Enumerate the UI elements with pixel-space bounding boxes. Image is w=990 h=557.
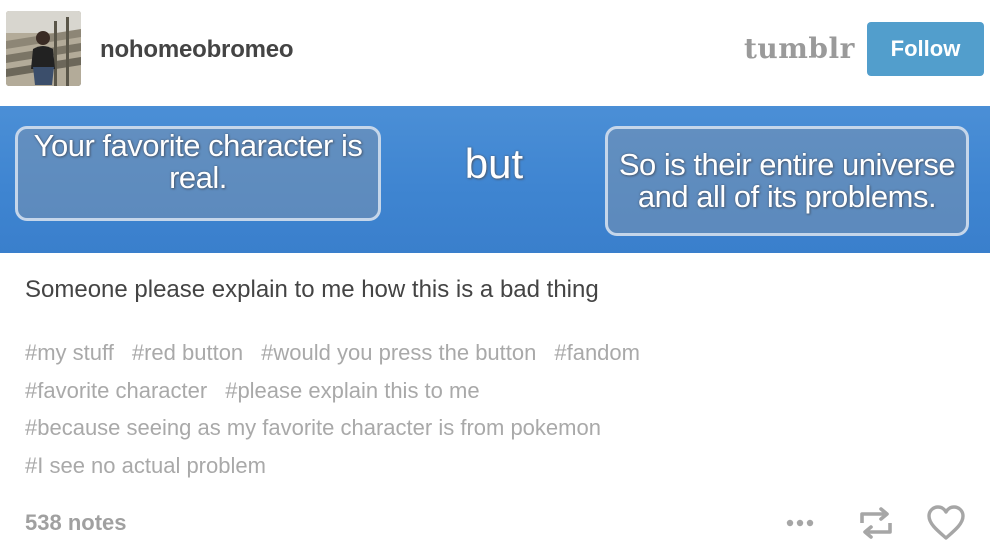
meme-left-text: Your favorite character is real. (33, 127, 363, 195)
post-tags: #my stuff #red button #would you press the… (25, 334, 965, 484)
tag[interactable]: #I see no actual problem (25, 453, 266, 478)
meme-middle-text: but (464, 140, 524, 187)
tag[interactable]: #please explain this to me (225, 378, 479, 403)
meme-left-button: Your favorite character is real. (15, 126, 381, 221)
heart-icon[interactable] (926, 503, 966, 543)
tag[interactable]: #red button (132, 340, 243, 365)
tag[interactable]: #my stuff (25, 340, 114, 365)
avatar[interactable] (6, 11, 81, 86)
post-header: nohomeobromeo tumblr Follow (0, 0, 990, 104)
more-icon[interactable] (782, 503, 822, 543)
reblog-icon[interactable] (856, 503, 896, 543)
tag-line: #because seeing as my favorite character… (25, 409, 965, 447)
tumblr-post: nohomeobromeo tumblr Follow Your favorit… (0, 0, 990, 557)
tag[interactable]: #favorite character (25, 378, 207, 403)
meme-right-button: So is their entire universe and all of i… (605, 126, 969, 236)
tag[interactable]: #would you press the button (261, 340, 536, 365)
post-caption: Someone please explain to me how this is… (25, 276, 599, 303)
tag[interactable]: #because seeing as my favorite character… (25, 415, 601, 440)
notes-count[interactable]: 538 notes (25, 510, 127, 536)
tag[interactable]: #fandom (554, 340, 640, 365)
tag-line: #my stuff #red button #would you press the… (25, 334, 965, 372)
post-image: Your favorite character is real. but So … (0, 106, 990, 253)
follow-button[interactable]: Follow (867, 22, 984, 76)
username[interactable]: nohomeobromeo (100, 36, 294, 64)
tag-line: #I see no actual problem (25, 447, 965, 485)
meme-right-text: So is their entire universe and all of i… (618, 147, 956, 214)
tumblr-logo[interactable]: tumblr (744, 32, 855, 65)
tag-line: #favorite character #please explain this … (25, 372, 965, 410)
